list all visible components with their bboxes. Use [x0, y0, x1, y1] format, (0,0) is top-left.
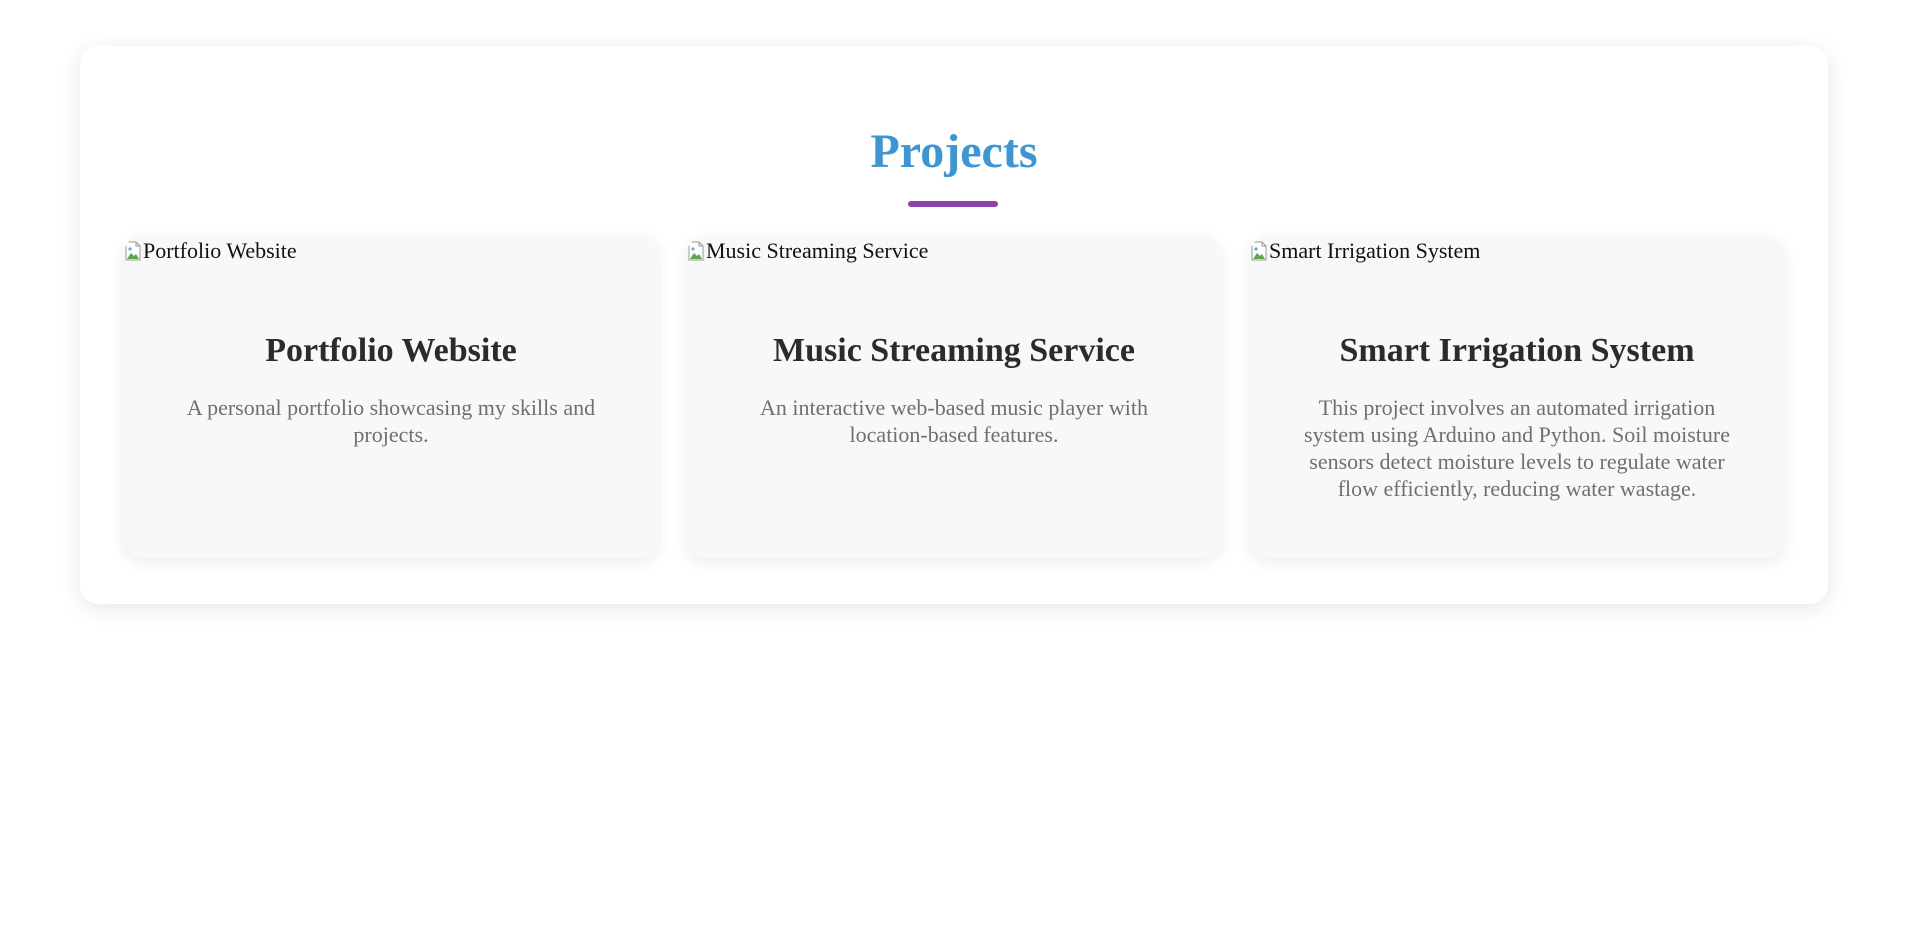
project-description: This project involves an automated irrig…: [1304, 395, 1730, 501]
project-image-alt: Portfolio Website: [143, 238, 297, 263]
project-title: Music Streaming Service: [773, 332, 1135, 369]
broken-image-icon: [124, 240, 142, 262]
broken-image-icon: [1250, 240, 1268, 262]
project-card[interactable]: Music Streaming Service Music Streaming …: [687, 236, 1221, 558]
project-image: Music Streaming Service: [687, 236, 928, 266]
project-image-alt: Music Streaming Service: [706, 238, 929, 263]
project-image-alt: Smart Irrigation System: [1269, 238, 1481, 263]
projects-grid: Portfolio Website Portfolio Website A pe…: [124, 236, 1784, 558]
project-image: Portfolio Website: [124, 236, 297, 266]
title-underline: [908, 201, 998, 207]
broken-image-icon: [687, 240, 705, 262]
project-description: A personal portfolio showcasing my skill…: [186, 395, 596, 447]
project-title: Portfolio Website: [265, 332, 517, 369]
project-card[interactable]: Smart Irrigation System Smart Irrigation…: [1250, 236, 1784, 558]
project-image: Smart Irrigation System: [1250, 236, 1480, 266]
projects-section: Projects Portfolio Website Portfolio Web…: [80, 46, 1828, 604]
project-title: Smart Irrigation System: [1339, 332, 1695, 369]
project-description: An interactive web-based music player wi…: [760, 395, 1148, 447]
section-title: Projects: [870, 125, 1038, 178]
project-card[interactable]: Portfolio Website Portfolio Website A pe…: [124, 236, 658, 558]
